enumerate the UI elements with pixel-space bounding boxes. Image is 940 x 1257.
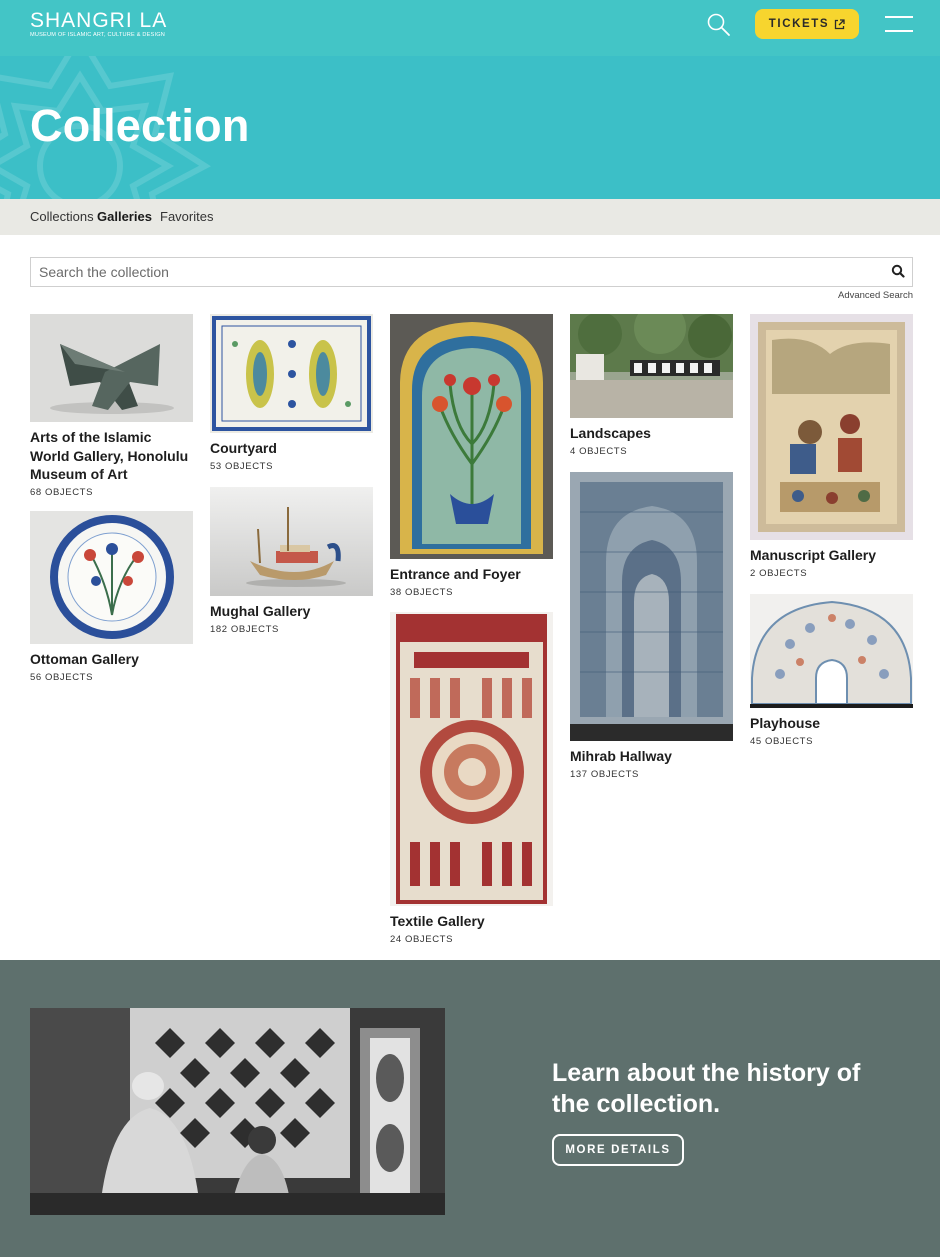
- history-photo: [30, 1008, 445, 1215]
- gallery-card-courtyard[interactable]: Courtyard 53 OBJECTS: [210, 314, 373, 472]
- gallery-object-count: 137 OBJECTS: [570, 768, 639, 780]
- gallery-thumbnail: [210, 487, 373, 596]
- hamburger-menu-icon: [885, 30, 913, 32]
- gallery-object-count: 4 OBJECTS: [570, 445, 628, 457]
- collection-subnav: Collections Galleries Favorites: [0, 199, 940, 235]
- history-promo-section: Learn about the history of the collectio…: [0, 960, 940, 1257]
- gallery-title: Entrance and Foyer: [390, 566, 521, 582]
- gallery-card-manuscript[interactable]: Manuscript Gallery 2 OBJECTS: [750, 314, 913, 579]
- gallery-thumbnail: [390, 314, 553, 559]
- collection-search: [30, 257, 913, 287]
- search-icon: [707, 13, 730, 36]
- gallery-object-count: 38 OBJECTS: [390, 586, 454, 598]
- tickets-label: TICKETS: [768, 18, 830, 30]
- gallery-title: Manuscript Gallery: [750, 547, 877, 563]
- logo-wordmark: SHANGRI LA: [30, 9, 168, 32]
- gallery-title: Courtyard: [210, 440, 277, 456]
- gallery-title: Ottoman Gallery: [30, 651, 139, 667]
- hero-banner: Collection: [0, 56, 940, 199]
- search-icon: [891, 264, 905, 278]
- subnav-favorites[interactable]: Favorites: [160, 209, 213, 224]
- gallery-title: Mihrab Hallway: [570, 748, 672, 764]
- gallery-object-count: 24 OBJECTS: [390, 933, 454, 945]
- gallery-thumbnail: [390, 612, 553, 906]
- gallery-thumbnail: [570, 314, 733, 418]
- gallery-card-ottoman[interactable]: Ottoman Gallery 56 OBJECTS: [30, 511, 193, 683]
- gallery-object-count: 56 OBJECTS: [30, 671, 94, 683]
- tickets-button[interactable]: TICKETS: [755, 9, 859, 39]
- gallery-thumbnail: [210, 314, 373, 433]
- gallery-title: Playhouse: [750, 715, 821, 731]
- site-header: SHANGRI LA Museum of Islamic Art, Cultur…: [0, 0, 940, 56]
- gallery-thumbnail: [750, 314, 913, 540]
- gallery-card-landscapes[interactable]: Landscapes 4 OBJECTS: [570, 314, 733, 457]
- page-title: Collection: [30, 100, 250, 151]
- gallery-thumbnail: [30, 314, 193, 422]
- gallery-object-count: 68 OBJECTS: [30, 486, 94, 498]
- subnav-galleries[interactable]: Galleries: [97, 209, 152, 224]
- gallery-thumbnail: [30, 511, 193, 644]
- gallery-card-mughal[interactable]: Mughal Gallery 182 OBJECTS: [210, 487, 373, 635]
- gallery-title: Landscapes: [570, 425, 651, 441]
- history-heading: Learn about the history of the collectio…: [552, 1059, 861, 1118]
- hamburger-menu-button[interactable]: [885, 15, 913, 33]
- gallery-thumbnail: [570, 472, 733, 741]
- gallery-card-arts-islamic-world[interactable]: Arts of the Islamic World Gallery, Honol…: [30, 314, 193, 498]
- gallery-title: Mughal Gallery: [210, 603, 311, 619]
- gallery-thumbnail: [750, 594, 913, 708]
- gallery-card-mihrab-hallway[interactable]: Mihrab Hallway 137 OBJECTS: [570, 472, 733, 780]
- gallery-object-count: 182 OBJECTS: [210, 623, 279, 635]
- more-details-button[interactable]: MORE DETAILS: [552, 1134, 684, 1166]
- header-search-button[interactable]: [706, 12, 732, 38]
- search-submit-button[interactable]: [891, 264, 907, 280]
- gallery-card-entrance-foyer[interactable]: Entrance and Foyer 38 OBJECTS: [390, 314, 553, 598]
- gallery-title: Arts of the Islamic World Gallery, Honol…: [30, 429, 189, 482]
- hamburger-menu-icon: [885, 16, 913, 18]
- site-logo[interactable]: SHANGRI LA Museum of Islamic Art, Cultur…: [30, 10, 167, 39]
- gallery-card-textile[interactable]: Textile Gallery 24 OBJECTS: [390, 612, 553, 945]
- external-link-icon: [835, 18, 845, 29]
- gallery-object-count: 45 OBJECTS: [750, 735, 814, 747]
- gallery-object-count: 53 OBJECTS: [210, 460, 274, 472]
- advanced-search-link[interactable]: Advanced Search: [780, 290, 913, 301]
- subnav-collections[interactable]: Collections: [30, 209, 94, 224]
- search-input[interactable]: [31, 258, 887, 286]
- gallery-card-playhouse[interactable]: Playhouse 45 OBJECTS: [750, 594, 913, 747]
- gallery-object-count: 2 OBJECTS: [750, 567, 808, 579]
- gallery-title: Textile Gallery: [390, 913, 485, 929]
- logo-tagline: Museum of Islamic Art, Culture & Design: [30, 32, 166, 38]
